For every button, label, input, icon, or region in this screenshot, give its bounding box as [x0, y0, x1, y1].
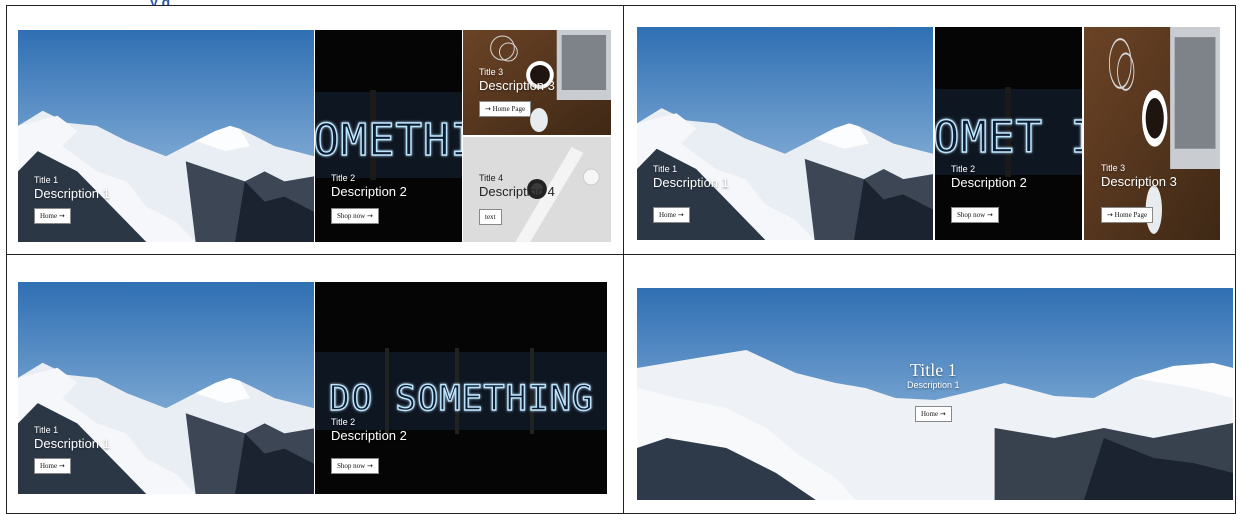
- home-button[interactable]: Home →: [915, 406, 952, 422]
- slide-title: Title 1: [34, 425, 59, 435]
- arrow-right-icon: →: [485, 105, 491, 113]
- panel-3: Title 1 Description 1 Home → DO SOMETHIN…: [6, 254, 624, 514]
- arrow-right-icon: →: [1107, 211, 1113, 219]
- home-page-button[interactable]: → Home Page: [479, 101, 532, 117]
- slide-description: Description 3: [479, 78, 555, 93]
- shop-now-button[interactable]: Shop now →: [331, 458, 379, 474]
- arrow-right-icon: →: [58, 212, 65, 220]
- slide-description: Description 1: [653, 175, 729, 190]
- slide-title: Title 1: [653, 164, 678, 174]
- slide-description: Description 2: [951, 175, 1027, 190]
- slide-3[interactable]: Title 3 Description 3 → Home Page: [463, 30, 611, 135]
- mountain-image: [637, 288, 1233, 500]
- slide-title: Title 2: [951, 164, 976, 174]
- neon-text: OMETHING G: [315, 115, 462, 166]
- shop-now-button[interactable]: Shop now →: [951, 207, 999, 223]
- slide-description: Description 3: [1101, 174, 1177, 189]
- neon-text: OMET ING G: [935, 112, 1082, 163]
- slide-description: Description 2: [331, 184, 407, 199]
- slide-title: Title 4: [479, 173, 504, 183]
- slide-title: Title 1: [34, 175, 59, 185]
- text-button[interactable]: text: [479, 209, 502, 225]
- slide-4[interactable]: Title 4 Description 4 text: [463, 137, 611, 242]
- arrow-right-icon: →: [939, 410, 946, 418]
- slide-2[interactable]: DO SOMETHING GREAT Title 2 Description 2…: [315, 282, 607, 494]
- arrow-right-icon: →: [58, 462, 65, 470]
- slide-description: Description 1: [34, 436, 110, 451]
- home-page-button[interactable]: → Home Page: [1101, 207, 1154, 223]
- slide-1[interactable]: Title 1 Description 1 Home →: [637, 288, 1233, 500]
- arrow-right-icon: →: [986, 211, 993, 219]
- arrow-right-icon: →: [366, 212, 373, 220]
- comparison-grid: y g Title 1 Description 1 Home → OMETHIN…: [0, 0, 1241, 514]
- slide-description: Description 4: [479, 184, 555, 199]
- neon-text: DO SOMETHING GREAT: [329, 379, 607, 419]
- slide-1[interactable]: Title 1 Description 1 Home →: [637, 27, 933, 240]
- slide-title: Title 3: [479, 67, 504, 77]
- home-button[interactable]: Home →: [34, 208, 71, 224]
- panel-4: Title 1 Description 1 Home →: [623, 254, 1236, 514]
- arrow-right-icon: →: [677, 211, 684, 219]
- slide-title: Title 3: [1101, 163, 1126, 173]
- arrow-right-icon: →: [366, 462, 373, 470]
- slide-title: Title 2: [331, 417, 356, 427]
- slide-title: Title 2: [331, 173, 356, 183]
- panel-2: Title 1 Description 1 Home → OMET ING G …: [623, 5, 1236, 255]
- slide-1[interactable]: Title 1 Description 1 Home →: [18, 30, 314, 242]
- slide-1[interactable]: Title 1 Description 1 Home →: [18, 282, 314, 494]
- shop-now-button[interactable]: Shop now →: [331, 208, 379, 224]
- slide-title: Title 1: [909, 360, 957, 380]
- panel-1: Title 1 Description 1 Home → OMETHING G …: [6, 5, 624, 255]
- slide-description: Description 1: [34, 186, 110, 201]
- slide-3[interactable]: Title 3 Description 3 → Home Page: [1084, 27, 1220, 240]
- home-button[interactable]: Home →: [34, 458, 71, 474]
- slide-description: Description 2: [331, 428, 407, 443]
- home-button[interactable]: Home →: [653, 207, 690, 223]
- slide-2[interactable]: OMETHING G Title 2 Description 2 Shop no…: [315, 30, 462, 242]
- slide-2[interactable]: OMET ING G Title 2 Description 2 Shop no…: [935, 27, 1082, 240]
- slide-description: Description 1: [907, 380, 960, 390]
